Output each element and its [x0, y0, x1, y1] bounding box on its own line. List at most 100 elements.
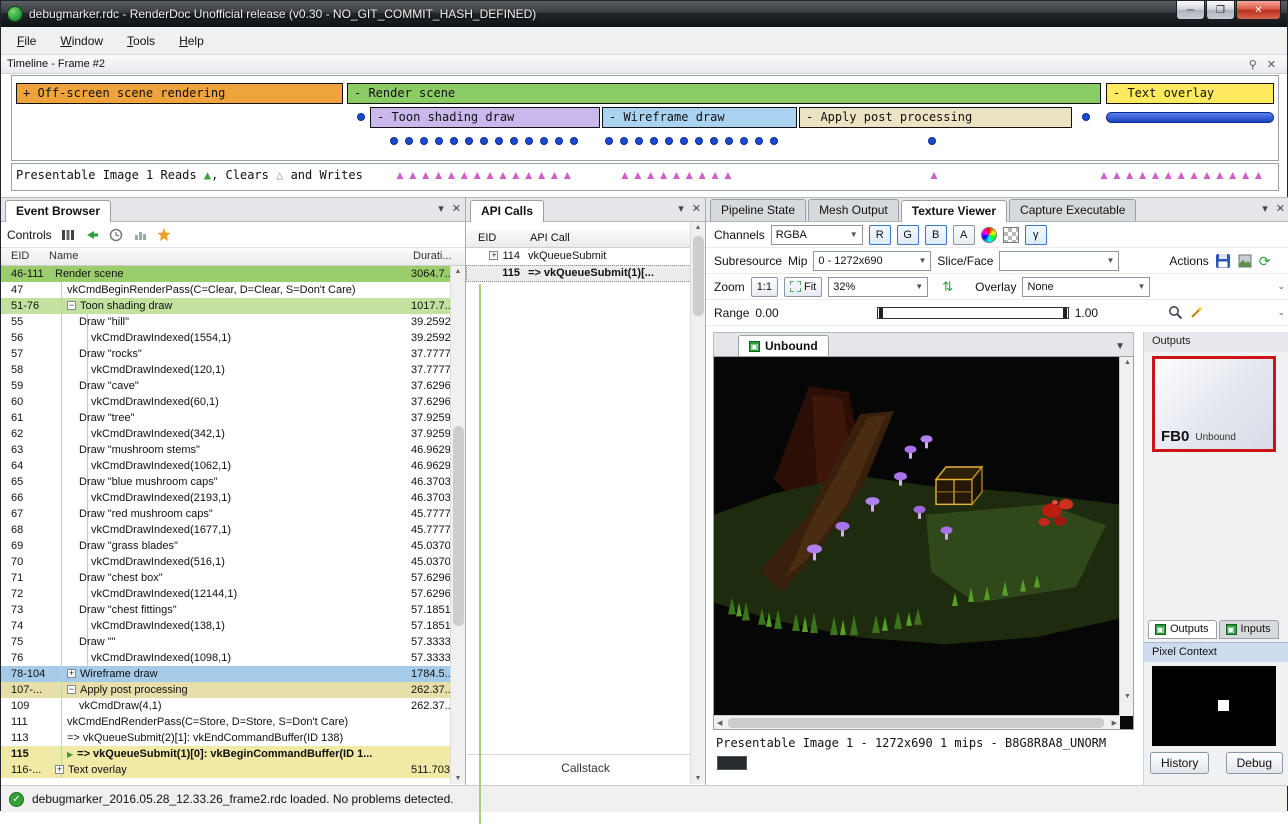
event-row[interactable]: 62vkCmdDrawIndexed(342,1)37.92593	[1, 426, 465, 442]
writes-triangle-run-1[interactable]: ▲▲▲▲▲▲▲▲▲▲▲▲▲▲	[394, 168, 574, 182]
menu-file[interactable]: File	[5, 30, 48, 52]
timeline-dot-run-2[interactable]	[605, 137, 778, 145]
draw-call-dot[interactable]	[620, 137, 628, 145]
tab-pipeline-state[interactable]: Pipeline State	[710, 199, 806, 221]
expand-expander-icon[interactable]: +	[489, 251, 498, 260]
event-row[interactable]: 111vkCmdEndRenderPass(C=Store, D=Store, …	[1, 714, 465, 730]
event-row[interactable]: 69Draw "grass blades"45.03704	[1, 538, 465, 554]
panel-menu-chevron-icon[interactable]: ▾	[438, 202, 444, 215]
zoom-range-icon[interactable]	[1168, 305, 1183, 320]
column-duration[interactable]: Durati...	[411, 248, 465, 265]
collapse-expander-icon[interactable]: −	[67, 301, 76, 310]
range-max-handle[interactable]	[1063, 308, 1067, 318]
tab-inputs[interactable]: ▣Inputs	[1219, 620, 1279, 639]
checkerboard-background-icon[interactable]	[1003, 227, 1019, 243]
zoom-percent-combo[interactable]: 32%▼	[828, 277, 928, 297]
event-row[interactable]: 66vkCmdDrawIndexed(2193,1)46.37037	[1, 490, 465, 506]
columns-icon[interactable]	[60, 227, 76, 243]
timeline-block-toon-shading[interactable]: - Toon shading draw	[370, 107, 600, 128]
draw-call-dot[interactable]	[725, 137, 733, 145]
texture-vertical-scrollbar[interactable]: ▲ ▼	[1119, 357, 1133, 716]
expand-expander-icon[interactable]: +	[55, 765, 64, 774]
collapse-expander-icon[interactable]: −	[67, 685, 76, 694]
column-eid[interactable]: EID	[466, 230, 528, 247]
menu-window[interactable]: Window	[48, 30, 115, 52]
event-browser-scrollbar[interactable]: ▲ ▼	[450, 266, 465, 784]
pixel-context-view[interactable]	[1152, 666, 1276, 746]
event-row[interactable]: 67Draw "red mushroom caps"45.77778	[1, 506, 465, 522]
timeline-block-offscreen[interactable]: + Off-screen scene rendering	[16, 83, 343, 104]
draw-call-dot[interactable]	[770, 137, 778, 145]
event-row[interactable]: 71Draw "chest box"57.62963	[1, 570, 465, 586]
panel-menu-chevron-icon[interactable]: ▾	[678, 202, 684, 215]
event-row[interactable]: 116-...+Text overlay511.7037	[1, 762, 465, 778]
export-texture-icon[interactable]	[1237, 253, 1253, 269]
tab-mesh-output[interactable]: Mesh Output	[808, 199, 899, 221]
history-button[interactable]: History	[1150, 752, 1209, 774]
draw-call-dot[interactable]	[755, 137, 763, 145]
save-texture-icon[interactable]	[1215, 253, 1231, 269]
event-row[interactable]: 109vkCmdDraw(4,1)262.37...	[1, 698, 465, 714]
event-row[interactable]: 57Draw "rocks"37.77778	[1, 346, 465, 362]
writes-triangle-run-2[interactable]: ▲▲▲▲▲▲▲▲▲	[619, 168, 735, 182]
event-browser-column-header[interactable]: EID Name Durati...	[1, 248, 465, 266]
writes-triangle-run-3[interactable]: ▲	[928, 168, 941, 182]
draw-call-dot[interactable]	[665, 137, 673, 145]
timeline-draw-bar[interactable]	[1106, 112, 1274, 123]
event-row[interactable]: 113=> vkQueueSubmit(2)[1]: vkEndCommandB…	[1, 730, 465, 746]
event-row[interactable]: 107-...−Apply post processing262.37...	[1, 682, 465, 698]
timeline-canvas[interactable]: + Off-screen scene rendering - Render sc…	[11, 75, 1279, 161]
timeline-event-dot[interactable]	[357, 113, 365, 121]
tab-capture-executable[interactable]: Capture Executable	[1009, 199, 1136, 221]
flip-y-icon[interactable]: ⇅	[942, 279, 953, 295]
green-channel-button[interactable]: G	[897, 225, 919, 245]
panel-close-icon[interactable]: ✕	[692, 202, 701, 215]
menu-help[interactable]: Help	[167, 30, 216, 52]
timeline-dot-run-1[interactable]	[390, 137, 578, 145]
tab-unbound-texture[interactable]: ▣ Unbound	[738, 335, 829, 356]
panel-close-icon[interactable]: ✕	[1276, 202, 1285, 215]
pin-icon[interactable]: ⚲	[1244, 58, 1262, 71]
texture-horizontal-scrollbar[interactable]: ◀ ▶	[714, 715, 1120, 729]
tab-api-calls[interactable]: API Calls	[470, 200, 544, 222]
event-row[interactable]: 58vkCmdDrawIndexed(120,1)37.77778	[1, 362, 465, 378]
minimize-button[interactable]: ─	[1176, 1, 1205, 20]
writes-triangle-run-4[interactable]: ▲▲▲▲▲▲▲▲▲▲▲▲▲	[1098, 168, 1265, 182]
event-row[interactable]: 51-76−Toon shading draw1017.7...	[1, 298, 465, 314]
draw-call-dot[interactable]	[450, 137, 458, 145]
column-name[interactable]: Name	[47, 248, 411, 265]
menu-tools[interactable]: Tools	[115, 30, 167, 52]
color-wheel-icon[interactable]	[981, 227, 997, 243]
event-row[interactable]: 72vkCmdDrawIndexed(12144,1)57.62963	[1, 586, 465, 602]
gamma-button[interactable]: γ	[1025, 225, 1047, 245]
panel-close-icon[interactable]: ✕	[452, 202, 461, 215]
expand-expander-icon[interactable]: +	[67, 669, 76, 678]
timeline-block-wireframe[interactable]: - Wireframe draw	[602, 107, 797, 128]
draw-call-dot[interactable]	[540, 137, 548, 145]
stats-icon[interactable]	[132, 227, 148, 243]
bookmark-icon[interactable]	[156, 227, 172, 243]
draw-call-dot[interactable]	[435, 137, 443, 145]
api-call-row[interactable]: 115=> vkQueueSubmit(1)[...	[466, 265, 705, 282]
event-row[interactable]: 74vkCmdDrawIndexed(138,1)57.18518	[1, 618, 465, 634]
draw-call-dot[interactable]	[570, 137, 578, 145]
red-channel-button[interactable]: R	[869, 225, 891, 245]
draw-call-dot[interactable]	[390, 137, 398, 145]
draw-call-dot[interactable]	[695, 137, 703, 145]
debug-button[interactable]: Debug	[1226, 752, 1283, 774]
slice-face-combo[interactable]: ▼	[999, 251, 1119, 271]
time-draws-icon[interactable]	[108, 227, 124, 243]
overlay-combo[interactable]: None▼	[1022, 277, 1150, 297]
event-row[interactable]: 73Draw "chest fittings"57.18518	[1, 602, 465, 618]
event-row[interactable]: 46-111Render scene3064.7...	[1, 266, 465, 282]
tab-texture-viewer[interactable]: Texture Viewer	[901, 200, 1007, 222]
panel-menu-chevron-icon[interactable]: ▾	[1262, 202, 1268, 215]
event-row[interactable]: 59Draw "cave"37.62963	[1, 378, 465, 394]
range-min-handle[interactable]	[879, 308, 883, 318]
draw-call-dot[interactable]	[635, 137, 643, 145]
api-calls-column-header[interactable]: EID API Call	[466, 230, 705, 248]
fb0-thumbnail[interactable]: FB0 Unbound	[1152, 356, 1276, 452]
autofit-wand-icon[interactable]	[1189, 305, 1204, 320]
event-row[interactable]: 68vkCmdDrawIndexed(1677,1)45.77778	[1, 522, 465, 538]
draw-call-dot[interactable]	[555, 137, 563, 145]
